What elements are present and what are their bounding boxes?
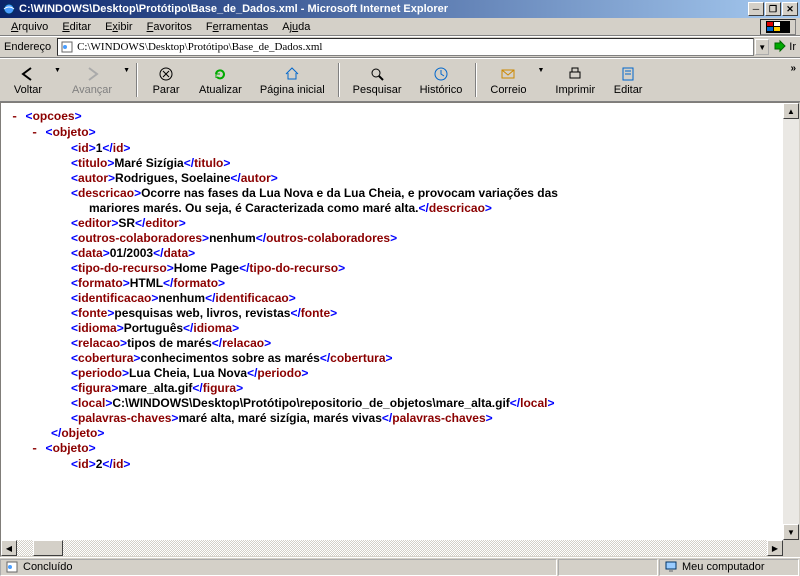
menu-ferramentas[interactable]: Ferramentas bbox=[199, 20, 275, 34]
forward-button: Avançar bbox=[63, 62, 121, 99]
close-button[interactable]: ✕ bbox=[782, 2, 798, 16]
xml-element: <figura>mare_alta.gif</figura> bbox=[11, 381, 789, 396]
content-area: - <opcoes> - <objeto> <id>1</id><titulo>… bbox=[0, 102, 800, 557]
xml-element: <cobertura>conhecimentos sobre as marés<… bbox=[11, 351, 789, 366]
menu-arquivo[interactable]: Arquivo bbox=[4, 20, 55, 34]
scroll-down-icon[interactable]: ▼ bbox=[783, 524, 799, 540]
xml-element: <relacao>tipos de marés</relacao> bbox=[11, 336, 789, 351]
scroll-track[interactable] bbox=[783, 119, 799, 524]
status-pane-zone: Meu computador bbox=[659, 559, 799, 576]
xml-element: <autor>Rodrigues, Soelaine</autor> bbox=[11, 171, 789, 186]
edit-icon bbox=[620, 65, 636, 83]
scroll-corner bbox=[783, 540, 799, 556]
print-button[interactable]: Imprimir bbox=[546, 62, 604, 99]
address-input-wrap[interactable] bbox=[57, 38, 754, 56]
xml-element: <idioma>Português</idioma> bbox=[11, 321, 789, 336]
toggle-icon[interactable]: - bbox=[31, 126, 42, 140]
mail-button[interactable]: Correio bbox=[481, 62, 535, 99]
statusbar: Concluído Meu computador bbox=[0, 557, 800, 576]
horizontal-scrollbar[interactable]: ◀ ▶ bbox=[1, 540, 783, 556]
xml-element: <data>01/2003</data> bbox=[11, 246, 789, 261]
menu-editar[interactable]: Editar bbox=[55, 20, 98, 34]
throbber-icon bbox=[760, 19, 796, 35]
go-button[interactable]: Ir bbox=[773, 39, 796, 56]
xml-element: <formato>HTML</formato> bbox=[11, 276, 789, 291]
titlebar-text: C:\WINDOWS\Desktop\Protótipo\Base_de_Dad… bbox=[19, 3, 748, 15]
toolbar-expand[interactable]: » bbox=[790, 63, 796, 74]
toggle-icon[interactable]: - bbox=[11, 110, 22, 124]
toolbar-separator bbox=[338, 63, 340, 97]
xml-element: <fonte>pesquisas web, livros, revistas</… bbox=[11, 306, 789, 321]
search-icon bbox=[369, 65, 385, 83]
print-icon bbox=[567, 65, 583, 83]
address-input[interactable] bbox=[77, 41, 751, 53]
menu-favoritos[interactable]: Favoritos bbox=[140, 20, 199, 34]
status-pane-main: Concluído bbox=[0, 559, 557, 576]
xml-element: <id>1</id> bbox=[11, 141, 789, 156]
forward-dropdown[interactable]: ▼ bbox=[121, 67, 132, 74]
done-icon bbox=[5, 560, 19, 574]
toolbar-separator bbox=[475, 63, 477, 97]
refresh-icon bbox=[212, 65, 228, 83]
history-button[interactable]: Histórico bbox=[411, 62, 472, 99]
scroll-thumb[interactable] bbox=[33, 540, 63, 556]
mail-dropdown[interactable]: ▼ bbox=[535, 67, 546, 74]
address-label: Endereço bbox=[4, 41, 51, 53]
menu-exibir[interactable]: Exibir bbox=[98, 20, 140, 34]
file-icon bbox=[60, 40, 74, 54]
toggle-icon[interactable]: - bbox=[31, 442, 42, 456]
scroll-track[interactable] bbox=[17, 540, 767, 556]
ie-icon bbox=[2, 2, 16, 16]
home-button[interactable]: Página inicial bbox=[251, 62, 334, 99]
menu-ajuda[interactable]: Ajuda bbox=[275, 20, 317, 34]
zone-text: Meu computador bbox=[682, 561, 765, 573]
xml-element: <periodo>Lua Cheia, Lua Nova</periodo> bbox=[11, 366, 789, 381]
home-icon bbox=[284, 65, 300, 83]
xml-element: <palavras-chaves>maré alta, maré sizígia… bbox=[11, 411, 789, 426]
scroll-right-icon[interactable]: ▶ bbox=[767, 540, 783, 556]
forward-icon bbox=[83, 65, 101, 83]
xml-element: <identificacao>nenhum</identificacao> bbox=[11, 291, 789, 306]
restore-button[interactable]: ❐ bbox=[765, 2, 781, 16]
xml-view: - <opcoes> - <objeto> <id>1</id><titulo>… bbox=[1, 103, 799, 478]
refresh-button[interactable]: Atualizar bbox=[190, 62, 251, 99]
mail-icon bbox=[500, 65, 516, 83]
toolbar: Voltar ▼ Avançar ▼ Parar Atualizar Págin… bbox=[0, 58, 800, 102]
scroll-up-icon[interactable]: ▲ bbox=[783, 103, 799, 119]
computer-icon bbox=[664, 560, 678, 574]
xml-element: <titulo>Maré Sizígia</titulo> bbox=[11, 156, 789, 171]
back-button[interactable]: Voltar bbox=[4, 62, 52, 99]
status-pane-mid bbox=[558, 559, 658, 576]
back-dropdown[interactable]: ▼ bbox=[52, 67, 63, 74]
titlebar: C:\WINDOWS\Desktop\Protótipo\Base_de_Dad… bbox=[0, 0, 800, 18]
xml-element: <outros-colaboradores>nenhum</outros-col… bbox=[11, 231, 789, 246]
scroll-left-icon[interactable]: ◀ bbox=[1, 540, 17, 556]
history-icon bbox=[433, 65, 449, 83]
xml-element: <editor>SR</editor> bbox=[11, 216, 789, 231]
toolbar-separator bbox=[136, 63, 138, 97]
edit-button[interactable]: Editar bbox=[604, 62, 652, 99]
search-button[interactable]: Pesquisar bbox=[344, 62, 411, 99]
address-bar: Endereço ▼ Ir bbox=[0, 36, 800, 58]
status-text: Concluído bbox=[23, 561, 73, 573]
go-icon bbox=[773, 39, 787, 56]
stop-button[interactable]: Parar bbox=[142, 62, 190, 99]
menubar: Arquivo Editar Exibir Favoritos Ferramen… bbox=[0, 18, 800, 36]
stop-icon bbox=[158, 65, 174, 83]
address-dropdown[interactable]: ▼ bbox=[755, 39, 769, 55]
go-label: Ir bbox=[789, 41, 796, 53]
xml-element: <tipo-do-recurso>Home Page</tipo-do-recu… bbox=[11, 261, 789, 276]
minimize-button[interactable]: ─ bbox=[748, 2, 764, 16]
xml-element: <local>C:\WINDOWS\Desktop\Protótipo\repo… bbox=[11, 396, 789, 411]
back-icon bbox=[19, 65, 37, 83]
vertical-scrollbar[interactable]: ▲ ▼ bbox=[783, 103, 799, 540]
